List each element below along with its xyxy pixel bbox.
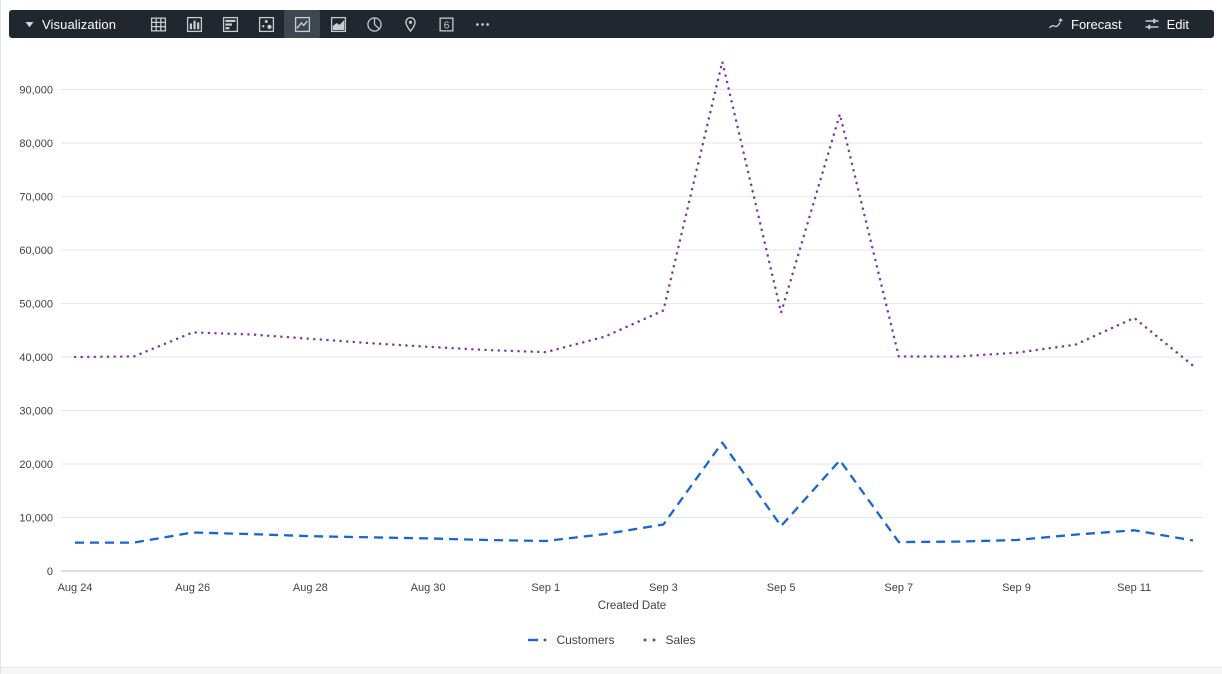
visualization-toolbar: Visualization [9, 10, 1214, 38]
caret-down-icon [25, 21, 34, 28]
customers-dashed-marker [527, 637, 549, 643]
svg-text:6: 6 [443, 20, 449, 31]
x-tick-label: Aug 24 [58, 582, 93, 594]
legend-label-customers: Customers [556, 633, 614, 647]
y-tick-label: 10,000 [19, 513, 53, 525]
ellipsis-icon [474, 16, 491, 33]
y-tick-label: 30,000 [19, 406, 53, 418]
visualization-collapse-button[interactable]: Visualization [9, 10, 128, 38]
x-tick-label: Sep 11 [1117, 582, 1151, 594]
settings-sliders-icon [1144, 16, 1160, 32]
viz-type-bar-button[interactable] [212, 10, 248, 38]
visualization-panel: Visualization [0, 0, 1222, 674]
line-chart-icon [294, 16, 311, 33]
y-tick-label: 20,000 [19, 459, 53, 471]
x-tick-label: Aug 30 [411, 582, 446, 594]
x-tick-label: Sep 7 [884, 582, 913, 594]
bottom-scrollbar-track[interactable] [1, 667, 1222, 674]
edit-button[interactable]: Edit [1133, 10, 1200, 38]
x-tick-label: Sep 1 [531, 582, 560, 594]
series-line-sales[interactable] [75, 62, 1193, 366]
legend-item-customers[interactable]: Customers [527, 633, 614, 647]
viz-type-picker: 6 [140, 10, 500, 38]
x-tick-label: Aug 28 [293, 582, 328, 594]
forecast-label: Forecast [1071, 17, 1122, 32]
y-tick-label: 90,000 [19, 85, 53, 97]
viz-type-pie-button[interactable] [356, 10, 392, 38]
sales-dotted-marker [642, 637, 658, 643]
toolbar-actions: Forecast Edit [1037, 10, 1214, 38]
legend-label-sales: Sales [665, 633, 695, 647]
scatter-plot-icon [258, 16, 275, 33]
x-tick-label: Sep 3 [649, 582, 678, 594]
y-tick-label: 60,000 [19, 245, 53, 257]
chart-legend: Customers Sales [1, 630, 1222, 650]
forecast-button[interactable]: Forecast [1037, 10, 1133, 38]
single-value-icon: 6 [438, 16, 455, 33]
y-tick-label: 0 [47, 566, 53, 578]
line-chart-canvas: 0 10,000 20,000 30,000 40,000 50,000 60,000 70,… [1, 46, 1222, 618]
series-line-customers[interactable] [75, 443, 1193, 543]
x-tick-label: Aug 26 [175, 582, 210, 594]
viz-type-scatter-button[interactable] [248, 10, 284, 38]
y-tick-label: 40,000 [19, 352, 53, 364]
area-chart-icon [330, 16, 347, 33]
viz-type-more-button[interactable] [464, 10, 500, 38]
viz-type-column-button[interactable] [176, 10, 212, 38]
viz-type-line-button[interactable] [284, 10, 320, 38]
bar-chart-icon [222, 16, 239, 33]
viz-type-area-button[interactable] [320, 10, 356, 38]
x-tick-label: Sep 5 [767, 582, 796, 594]
x-tick-label: Sep 9 [1002, 582, 1031, 594]
viz-type-table-button[interactable] [140, 10, 176, 38]
map-pin-icon [402, 16, 419, 33]
y-tick-label: 80,000 [19, 138, 53, 150]
viz-type-single-value-button[interactable]: 6 [428, 10, 464, 38]
legend-item-sales[interactable]: Sales [642, 633, 695, 647]
y-tick-label: 70,000 [19, 192, 53, 204]
edit-label: Edit [1167, 17, 1189, 32]
toolbar-title: Visualization [42, 17, 116, 32]
table-icon [150, 16, 167, 33]
y-tick-label: 50,000 [19, 299, 53, 311]
x-axis-title: Created Date [598, 600, 666, 612]
viz-type-map-button[interactable] [392, 10, 428, 38]
pie-chart-icon [366, 16, 383, 33]
column-chart-icon [186, 16, 203, 33]
forecast-icon [1048, 16, 1064, 32]
